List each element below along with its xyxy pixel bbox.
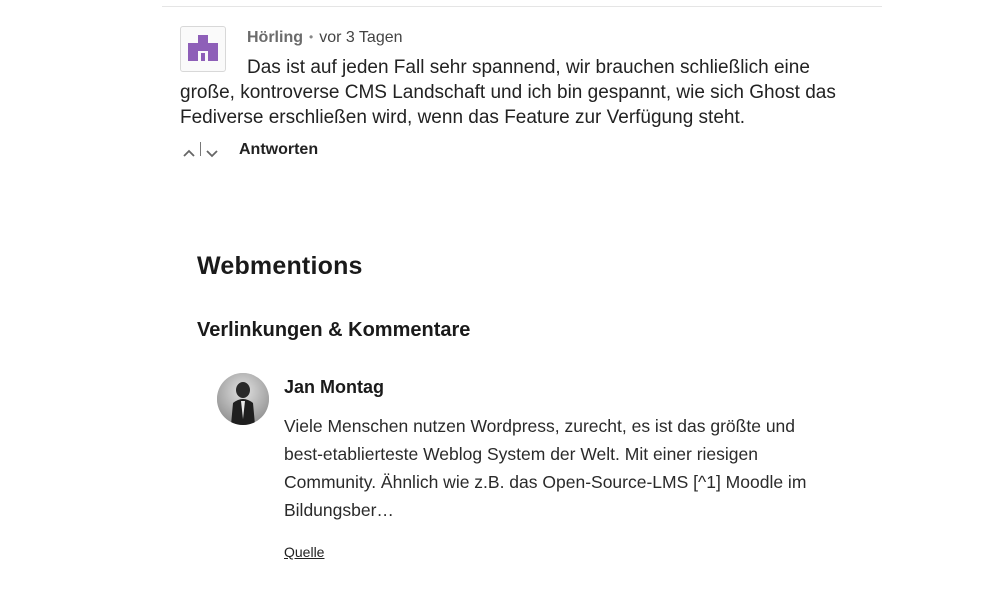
comment-actions: Antworten — [180, 140, 380, 164]
mention-text: Viele Menschen nutzen Wordpress, zurecht… — [284, 416, 807, 520]
divider — [162, 6, 882, 7]
reply-button[interactable]: Antworten — [239, 141, 318, 159]
webmentions-subheading: Verlinkungen & Kommentare — [197, 319, 471, 341]
mention-avatar[interactable] — [217, 373, 269, 425]
page: Hörling • vor 3 Tagen Das ist auf jeden Fa… — [0, 0, 1006, 608]
person-photo-icon — [217, 373, 269, 425]
comment-meta: Hörling • vor 3 Tagen — [247, 29, 403, 47]
vote-divider — [200, 142, 201, 156]
comment-text: Das ist auf jeden Fall sehr spannend, wi… — [180, 57, 836, 128]
meta-separator: • — [309, 30, 314, 44]
webmentions-heading: Webmentions — [197, 252, 363, 280]
comment-time[interactable]: vor 3 Tagen — [319, 29, 402, 46]
downvote-icon[interactable] — [205, 146, 219, 160]
mention-source-link[interactable]: Quelle — [284, 544, 324, 560]
upvote-icon[interactable] — [182, 146, 196, 160]
comment-author[interactable]: Hörling — [247, 29, 303, 46]
mention-author[interactable]: Jan Montag — [284, 377, 384, 398]
